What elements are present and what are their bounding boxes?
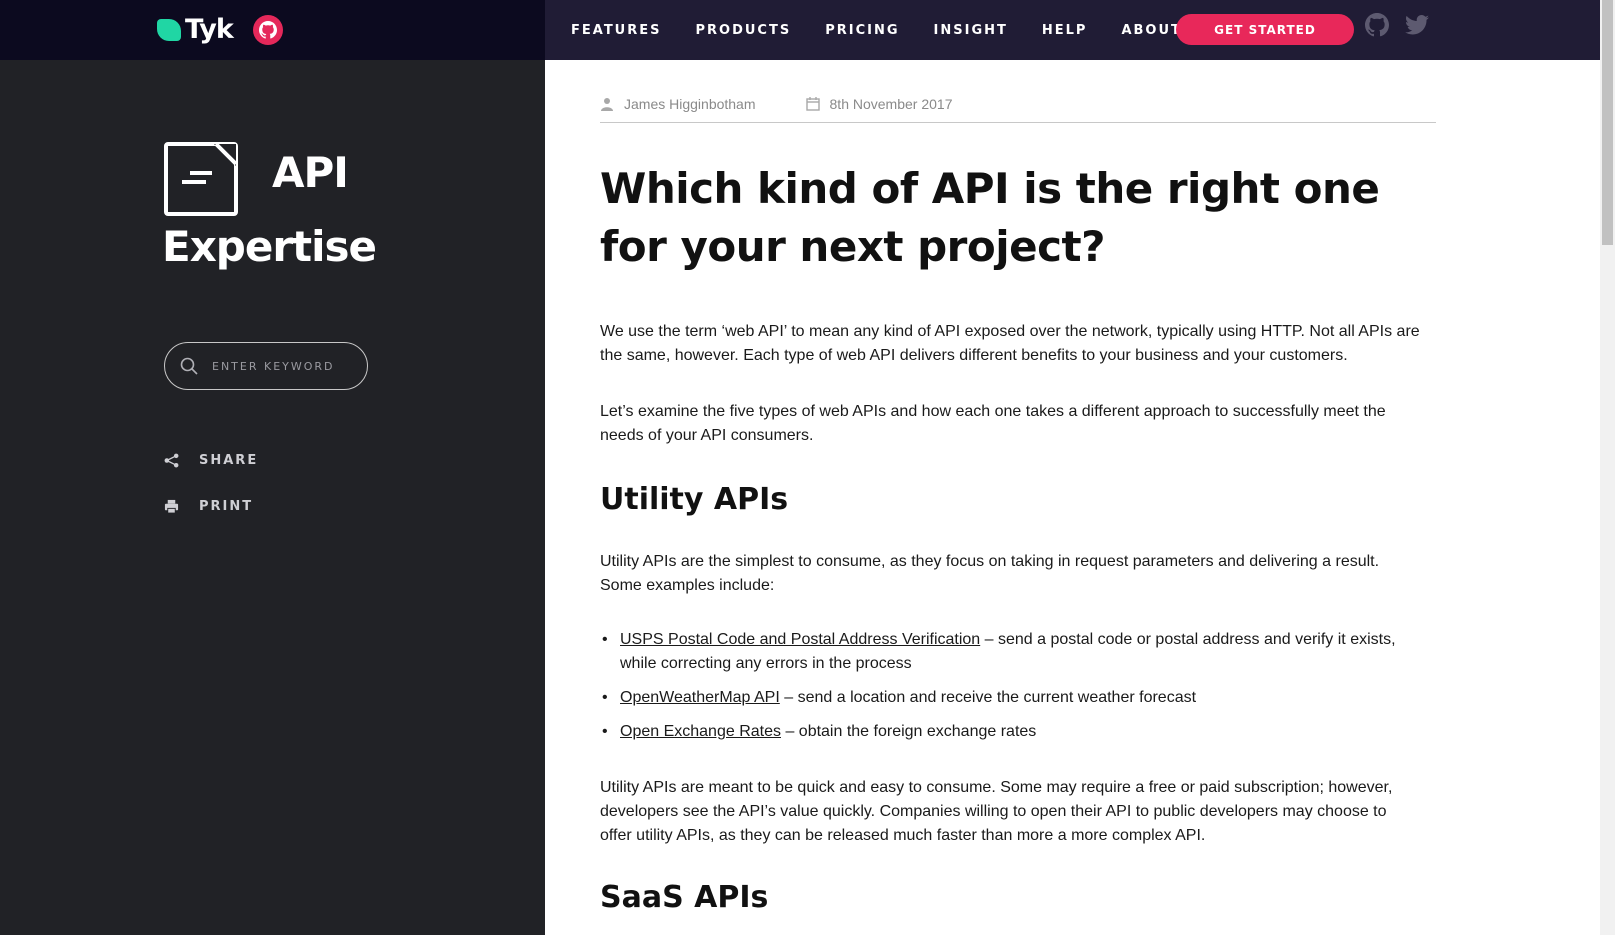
article-title: Which kind of API is the right one for y… — [600, 164, 1380, 271]
author-name[interactable]: James Higginbotham — [624, 96, 756, 112]
user-icon — [601, 98, 613, 111]
scrollbar-thumb[interactable] — [1602, 0, 1613, 245]
search-input[interactable] — [212, 359, 352, 373]
examples-list: USPS Postal Code and Postal Address Veri… — [600, 628, 1420, 754]
nav-insight[interactable]: INSIGHT — [934, 23, 1008, 38]
print-label: PRINT — [199, 498, 254, 514]
sidebar-title-line1: API — [272, 148, 349, 197]
intro-paragraph-2: Let’s examine the five types of web APIs… — [600, 403, 1386, 444]
nav-pricing[interactable]: PRICING — [825, 23, 899, 38]
nav-about[interactable]: ABOUT — [1121, 23, 1181, 38]
openweathermap-link[interactable]: OpenWeatherMap API — [620, 689, 780, 706]
nav-products[interactable]: PRODUCTS — [696, 23, 792, 38]
publish-date: 8th November 2017 — [829, 96, 953, 112]
open-exchange-rates-link[interactable]: Open Exchange Rates — [620, 723, 781, 740]
twitter-icon[interactable] — [1404, 12, 1430, 38]
topbar-left: Tyk — [0, 0, 545, 60]
usps-link[interactable]: USPS Postal Code and Postal Address Veri… — [620, 631, 980, 648]
date: 8th November 2017 — [805, 96, 953, 112]
logo-text: Tyk — [185, 14, 234, 45]
nav-help[interactable]: HELP — [1042, 23, 1088, 38]
main-nav: FEATURES PRODUCTS PRICING INSIGHT HELP A… — [571, 0, 1216, 60]
api-expertise-icon — [164, 142, 238, 216]
logo[interactable]: Tyk — [157, 14, 234, 45]
search-box[interactable] — [164, 342, 368, 390]
print-button[interactable]: PRINT — [163, 498, 253, 514]
utility-paragraph: Utility APIs are the simplest to consume… — [600, 553, 1380, 594]
author: James Higginbotham — [600, 96, 756, 112]
logo-icon — [157, 18, 181, 41]
section-heading-utility: Utility APIs — [600, 482, 789, 517]
article-meta: James Higginbotham 8th November 2017 — [600, 96, 1436, 123]
list-item: OpenWeatherMap API – send a location and… — [600, 686, 1420, 710]
section-heading-saas: SaaS APIs — [600, 880, 769, 915]
sidebar: API Expertise SHARE PRINT — [0, 60, 545, 935]
list-item-text: – obtain the foreign exchange rates — [781, 723, 1037, 740]
get-started-button[interactable]: GET STARTED — [1176, 14, 1354, 45]
utility-paragraph-2: Utility APIs are meant to be quick and e… — [600, 779, 1393, 844]
print-icon — [163, 498, 179, 514]
share-label: SHARE — [199, 452, 259, 468]
list-item-text: – send a location and receive the curren… — [779, 689, 1197, 706]
nav-features[interactable]: FEATURES — [571, 23, 662, 38]
search-icon — [180, 357, 198, 375]
share-icon — [163, 452, 179, 468]
sidebar-title-line2: Expertise — [162, 222, 377, 271]
calendar-icon — [805, 97, 820, 111]
list-item: USPS Postal Code and Postal Address Veri… — [600, 628, 1420, 676]
github-badge-icon[interactable] — [253, 15, 283, 45]
share-button[interactable]: SHARE — [163, 452, 258, 468]
intro-paragraph-1: We use the term ‘web API’ to mean any ki… — [600, 323, 1420, 364]
github-icon[interactable] — [1364, 12, 1390, 38]
list-item: Open Exchange Rates – obtain the foreign… — [600, 720, 1420, 744]
